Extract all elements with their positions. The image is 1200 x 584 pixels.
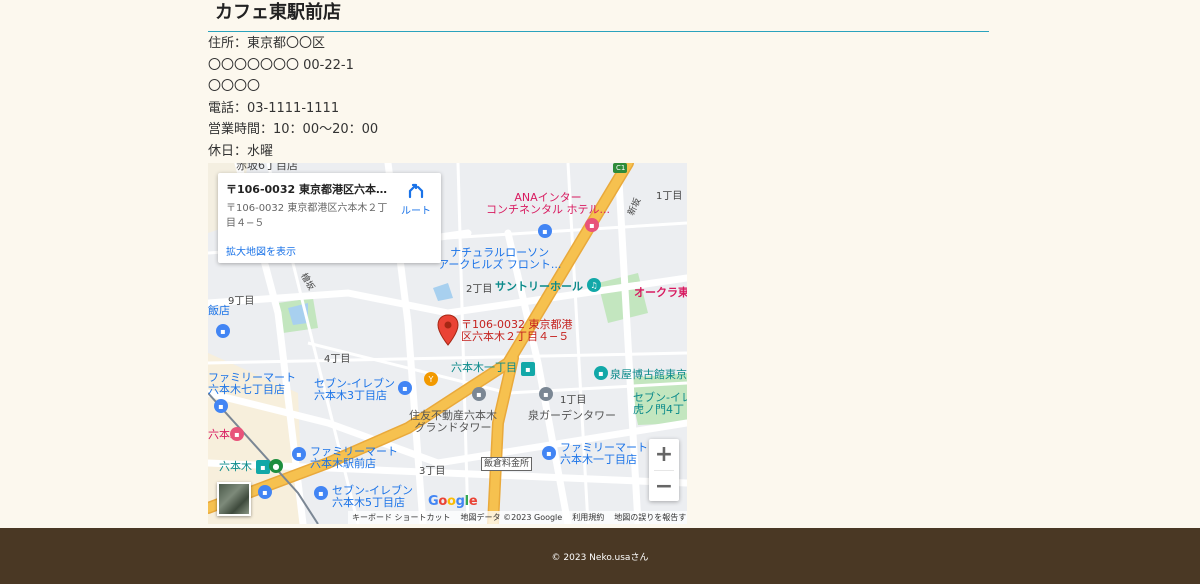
- music-icon[interactable]: ♫: [587, 278, 601, 292]
- shopping-icon[interactable]: ▪: [538, 224, 552, 238]
- label-seven-5[interactable]: セブン-イレブン 六本木5丁目店: [332, 485, 413, 509]
- label-chome-3: 3丁目: [419, 466, 446, 477]
- terms-link[interactable]: 利用規約: [572, 512, 604, 523]
- location-pin-icon[interactable]: [437, 314, 459, 346]
- label-chome-4: 4丁目: [324, 354, 351, 365]
- label-chome-9: 9丁目: [228, 296, 255, 307]
- label-familymart-1[interactable]: ファミリーマート 六本木一丁目店: [560, 442, 648, 466]
- store-info: 住所：東京都〇〇区 〇〇〇〇〇〇〇 00-22-1 〇〇〇〇 電話：03-111…: [208, 33, 378, 163]
- google-logo: Google: [428, 494, 478, 509]
- tree-icon: ●: [269, 459, 283, 473]
- zoom-in-button[interactable]: +: [649, 439, 679, 470]
- label-izumi-garden[interactable]: 泉ガーデンタワー: [528, 410, 616, 422]
- store-icon-familymart-eki[interactable]: ▪: [292, 447, 306, 461]
- map-info-card: 〒106-0032 東京都港区六本木... 〒106-0032 東京都港区六本木…: [218, 173, 441, 263]
- label-ana-hotel[interactable]: ANAインター コンチネンタル ホテル...: [486, 192, 610, 216]
- label-chome-1b: 1丁目: [560, 395, 587, 406]
- route-label: ルート: [401, 206, 431, 217]
- label-akasaka6: 赤坂6丁目店: [236, 163, 298, 172]
- store-icon-familymart-1[interactable]: ▪: [542, 446, 556, 460]
- label-natural-lawson[interactable]: ナチュラルローソン アークヒルズ フロント...: [438, 247, 561, 271]
- keyboard-shortcuts-link[interactable]: キーボード ショートカット: [352, 512, 451, 523]
- store-icon-seven-5[interactable]: ▪: [314, 486, 328, 500]
- info-hours: 営業時間：10：00〜20：00: [208, 122, 379, 138]
- larger-map-link[interactable]: 拡大地図を表示: [226, 243, 296, 258]
- info-address-line-1: 住所：東京都〇〇区: [208, 36, 326, 51]
- label-familymart-7[interactable]: ファミリーマート 六本木七丁目店: [208, 372, 296, 396]
- page-title: カフェ東駅前店: [215, 2, 341, 23]
- zoom-out-button[interactable]: −: [649, 471, 679, 502]
- subway-icon[interactable]: ▪: [521, 362, 535, 376]
- title-divider: [208, 31, 989, 32]
- museum-icon[interactable]: ▪: [594, 366, 608, 380]
- satellite-toggle[interactable]: [217, 482, 251, 516]
- label-hanten: 飯店: [208, 304, 230, 317]
- footer: © 2023 Neko.usaさん: [0, 528, 1200, 584]
- zoom-control: + −: [649, 439, 679, 501]
- info-address-line-2: 〇〇〇〇〇〇〇 00-22-1: [208, 57, 354, 73]
- label-c1: C1: [616, 164, 626, 172]
- map-data-credit: 地図データ ©2023 Google: [460, 513, 563, 522]
- info-holiday: 休日：水曜: [208, 143, 274, 159]
- hotel-icon[interactable]: ▪: [585, 218, 599, 232]
- label-roppongi-itchome[interactable]: 六本木一丁目: [451, 362, 517, 374]
- label-sumitomo-tower[interactable]: 住友不動産六本木 グランドタワー: [409, 410, 497, 434]
- info-card-address: 〒106-0032 東京都港区六本木２丁目４−５: [226, 203, 388, 229]
- bank-icon[interactable]: ▪: [216, 324, 230, 338]
- label-familymart-eki[interactable]: ファミリーマート 六本木駅前店: [310, 446, 398, 470]
- info-phone: 電話：03-1111-1111: [208, 100, 340, 116]
- label-suntory-hall[interactable]: サントリーホール: [495, 281, 583, 293]
- pin-gray-icon-izumi[interactable]: ▪: [539, 387, 553, 401]
- label-roppongi-station[interactable]: 六本木: [219, 461, 252, 473]
- info-card-title: 〒106-0032 東京都港区六本木...: [226, 183, 391, 196]
- footer-copyright: © 2023 Neko.usaさん: [551, 552, 649, 563]
- route-button[interactable]: ルート: [396, 181, 436, 217]
- store-icon-seven-3[interactable]: ▪: [398, 381, 412, 395]
- label-chome-1a: 1丁目: [656, 191, 683, 202]
- label-okura[interactable]: オークラ東: [634, 287, 687, 299]
- store-icon-familymart-7[interactable]: ▪: [214, 399, 228, 413]
- label-seven-toranomon[interactable]: セブン-イレブ 虎ノ門4丁: [633, 392, 687, 416]
- pin-gray-icon-sumitomo[interactable]: ▪: [472, 387, 486, 401]
- directions-icon: [408, 183, 424, 199]
- restaurant-icon[interactable]: Y: [424, 372, 438, 386]
- label-sen-oku[interactable]: 泉屋博古館東京: [610, 369, 687, 381]
- hotel-icon-2[interactable]: ▪: [230, 427, 244, 441]
- map-attribution: キーボード ショートカット 地図データ ©2023 Google 利用規約 地図…: [348, 511, 687, 524]
- store-icon-seven-5-left[interactable]: ▪: [258, 485, 272, 499]
- label-chome-2: 2丁目: [466, 284, 493, 295]
- subway-icon-roppongi[interactable]: ▪: [256, 460, 270, 474]
- google-map[interactable]: 赤坂6丁目店 C1 ANAインター コンチネンタル ホテル... ▪ 1丁目 新…: [208, 163, 687, 524]
- info-address-line-3: 〇〇〇〇: [208, 79, 261, 95]
- report-error-link[interactable]: 地図の誤りを報告する: [614, 512, 687, 523]
- label-seven-3[interactable]: セブン-イレブン 六本木3丁目店: [314, 378, 395, 402]
- label-marker-address: 〒106-0032 東京都港 区六本木２丁目４−５: [461, 318, 573, 343]
- label-ikura-ryokin: 飯倉料金所: [481, 457, 533, 471]
